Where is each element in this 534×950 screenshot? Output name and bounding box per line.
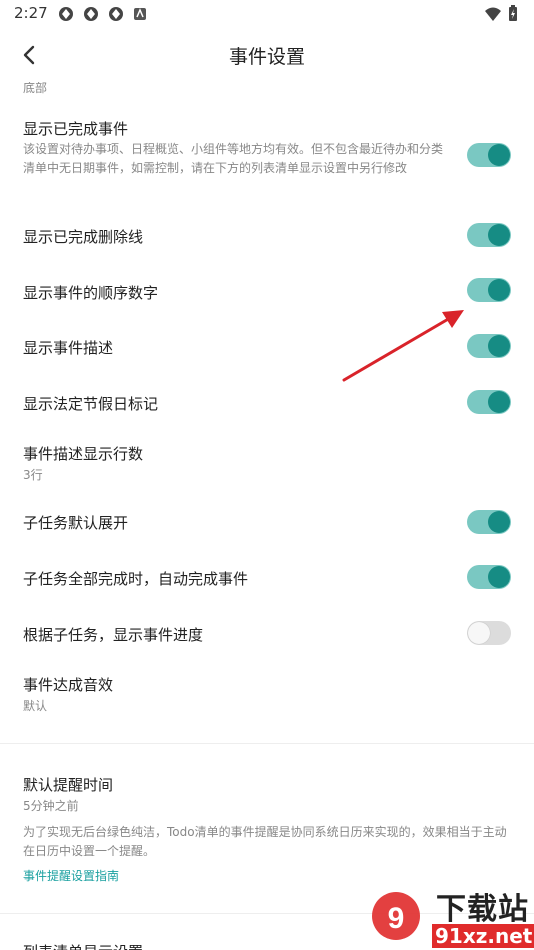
section-divider	[0, 743, 534, 744]
toggle-knob	[488, 224, 510, 246]
setting-holiday[interactable]: 显示法定节假日标记	[0, 379, 534, 425]
toggle-knob	[488, 511, 510, 533]
setting-reminder[interactable]: 默认提醒时间 5分钟之前 为了实现无后台绿色纯洁，Todo清单的事件提醒是协同系…	[0, 772, 534, 892]
setting-description: 该设置对待办事项、日程概览、小组件等地方均有效。但不包含最近待办和分类清单中无日…	[23, 142, 444, 175]
setting-show-completed[interactable]: 显示已完成事件 该设置对待办事项、日程概览、小组件等地方均有效。但不包含最近待办…	[0, 112, 534, 198]
setting-title: 根据子任务，显示事件进度	[23, 626, 204, 644]
holiday-toggle[interactable]	[467, 390, 511, 414]
setting-title: 显示法定节假日标记	[23, 395, 159, 413]
toggle-knob	[488, 391, 510, 413]
status-bar: 2:27	[0, 0, 534, 28]
subtask-expand-toggle[interactable]	[467, 510, 511, 534]
description-toggle[interactable]	[467, 334, 511, 358]
app-notification-icon	[109, 7, 123, 21]
setting-subtask-auto-complete[interactable]: 子任务全部完成时，自动完成事件	[0, 554, 534, 600]
watermark-url: 91xz.net	[432, 924, 534, 948]
svg-text:9: 9	[388, 902, 405, 935]
app-bar: 事件设置	[0, 28, 534, 82]
setting-title: 子任务默认展开	[23, 514, 129, 532]
setting-strikethrough[interactable]: 显示已完成删除线	[0, 212, 534, 258]
status-right-icons	[484, 5, 518, 22]
watermark-text: 下载站	[436, 892, 529, 927]
settings-list: 底部 显示已完成事件 该设置对待办事项、日程概览、小组件等地方均有效。但不包含最…	[0, 82, 534, 950]
toggle-knob	[488, 335, 510, 357]
strikethrough-toggle[interactable]	[467, 223, 511, 247]
setting-title: 显示已完成删除线	[23, 228, 144, 246]
toggle-knob	[468, 622, 490, 644]
setting-title: 显示事件的顺序数字	[23, 284, 159, 302]
setting-desc-lines[interactable]: 事件描述显示行数 3行	[0, 437, 534, 493]
setting-order-number[interactable]: 显示事件的顺序数字	[0, 268, 534, 314]
show-completed-toggle[interactable]	[467, 143, 511, 167]
subtask-auto-complete-toggle[interactable]	[467, 565, 511, 589]
toggle-knob	[488, 566, 510, 588]
setting-value: 5分钟之前	[23, 799, 79, 813]
app-notification-icon	[84, 7, 98, 21]
setting-title: 列表清单显示设置	[23, 941, 143, 950]
subtask-progress-toggle[interactable]	[467, 621, 511, 645]
setting-description-toggle[interactable]: 显示事件描述	[0, 323, 534, 369]
setting-title: 显示已完成事件	[23, 120, 129, 138]
status-time: 2:27	[14, 4, 48, 22]
setting-title: 显示事件描述	[23, 339, 114, 357]
setting-subtask-progress[interactable]: 根据子任务，显示事件进度	[0, 610, 534, 656]
setting-subtask-expand[interactable]: 子任务默认展开	[0, 498, 534, 544]
battery-charging-icon	[509, 5, 517, 21]
app-notification-icon	[59, 7, 73, 21]
setting-title: 默认提醒时间	[23, 776, 114, 794]
setting-title: 事件达成音效	[23, 676, 114, 694]
toggle-knob	[488, 279, 510, 301]
order-number-toggle[interactable]	[467, 278, 511, 302]
cut-off-subtitle: 底部	[23, 82, 48, 95]
status-left-icons	[58, 6, 147, 22]
setting-value: 默认	[23, 699, 48, 713]
setting-value: 3行	[23, 468, 43, 482]
app-badge-icon	[134, 8, 146, 20]
setting-title: 事件描述显示行数	[23, 445, 144, 463]
setting-title: 子任务全部完成时，自动完成事件	[23, 570, 249, 588]
setting-sound[interactable]: 事件达成音效 默认	[0, 668, 534, 724]
reminder-guide-link[interactable]: 事件提醒设置指南	[23, 867, 119, 884]
wifi-icon	[485, 7, 501, 21]
page-title: 事件设置	[228, 46, 305, 68]
setting-description: 为了实现无后台绿色纯洁，Todo清单的事件提醒是协同系统日历来实现的，效果相当于…	[23, 825, 507, 858]
toggle-knob	[488, 144, 510, 166]
